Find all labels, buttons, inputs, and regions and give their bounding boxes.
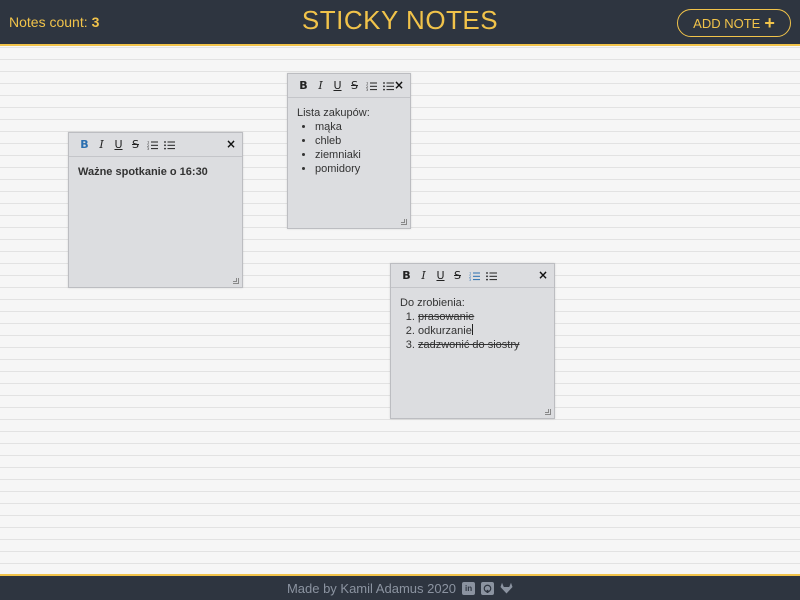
note-content[interactable]: Lista zakupów: mąka chleb ziemniaki pomi…: [288, 98, 410, 184]
bullet-list-icon[interactable]: [161, 136, 178, 153]
resize-handle[interactable]: [545, 409, 551, 415]
bold-button[interactable]: B: [295, 77, 312, 94]
ordered-list-icon[interactable]: 123: [144, 136, 161, 153]
note-content[interactable]: Do zrobienia: prasowanie odkurzanie zadz…: [391, 288, 554, 360]
bold-button[interactable]: B: [76, 136, 93, 153]
note-text: Ważne spotkanie o 16:30: [78, 166, 208, 178]
strikethrough-button[interactable]: S: [449, 267, 466, 284]
note-heading: Do zrobienia:: [400, 297, 465, 309]
svg-text:3: 3: [366, 88, 368, 91]
strikethrough-button[interactable]: S: [346, 77, 363, 94]
bullet-list: mąka chleb ziemniaki pomidory: [297, 120, 401, 176]
strikethrough-button[interactable]: S: [127, 136, 144, 153]
list-item-text: zadzwonić do siostry: [418, 339, 520, 351]
add-note-button[interactable]: ADD NOTE +: [677, 9, 791, 37]
note-heading: Lista zakupów:: [297, 107, 370, 119]
svg-text:3: 3: [469, 278, 471, 281]
italic-button[interactable]: I: [93, 136, 110, 153]
footer-credit: Made by Kamil Adamus 2020: [286, 580, 457, 596]
list-item: ziemniaki: [315, 148, 401, 162]
list-item: chleb: [315, 134, 401, 148]
resize-handle[interactable]: [401, 219, 407, 225]
sticky-note-3[interactable]: B I U S 123 × Do zrobienia: prasowanie o…: [390, 263, 555, 419]
close-note-button[interactable]: ×: [226, 137, 236, 151]
ordered-list-icon[interactable]: 123: [466, 267, 483, 284]
ordered-list: prasowanie odkurzanie zadzwonić do siost…: [400, 310, 545, 352]
ordered-list-icon[interactable]: 123: [363, 77, 380, 94]
sticky-note-1[interactable]: B I U S 123 × Ważne spotkanie o 16:30: [68, 132, 243, 288]
footer-bar: Made by Kamil Adamus 2020 in: [0, 574, 800, 600]
header-bar: Notes count: 3 STICKY NOTES ADD NOTE +: [0, 0, 800, 46]
github-icon[interactable]: [481, 581, 495, 595]
list-item: prasowanie: [418, 310, 545, 324]
sticky-note-2[interactable]: B I U S 123 × Lista zakupów: mąka chleb …: [287, 73, 411, 229]
underline-button[interactable]: U: [432, 267, 449, 284]
gitlab-icon[interactable]: [500, 582, 513, 595]
note-toolbar: B I U S 123 ×: [391, 264, 554, 288]
svg-text:3: 3: [147, 147, 149, 150]
italic-button[interactable]: I: [312, 77, 329, 94]
resize-handle[interactable]: [233, 278, 239, 284]
plus-icon: +: [764, 13, 775, 33]
italic-button[interactable]: I: [415, 267, 432, 284]
close-note-button[interactable]: ×: [538, 268, 548, 282]
note-toolbar: B I U S 123 ×: [288, 74, 410, 98]
note-content[interactable]: Ważne spotkanie o 16:30: [69, 157, 242, 187]
list-item: zadzwonić do siostry: [418, 338, 545, 352]
underline-button[interactable]: U: [110, 136, 127, 153]
list-item-text: prasowanie: [418, 311, 475, 323]
bullet-list-icon[interactable]: [483, 267, 500, 284]
linkedin-icon[interactable]: in: [462, 581, 476, 595]
text-cursor: [471, 324, 473, 335]
underline-button[interactable]: U: [329, 77, 346, 94]
add-note-label: ADD NOTE: [693, 15, 761, 31]
bold-button[interactable]: B: [398, 267, 415, 284]
close-note-button[interactable]: ×: [394, 78, 404, 92]
list-item: mąka: [315, 120, 401, 134]
list-item-text: odkurzanie: [418, 325, 472, 337]
list-item: pomidory: [315, 162, 401, 176]
list-item: odkurzanie: [418, 324, 545, 338]
note-toolbar: B I U S 123 ×: [69, 133, 242, 157]
